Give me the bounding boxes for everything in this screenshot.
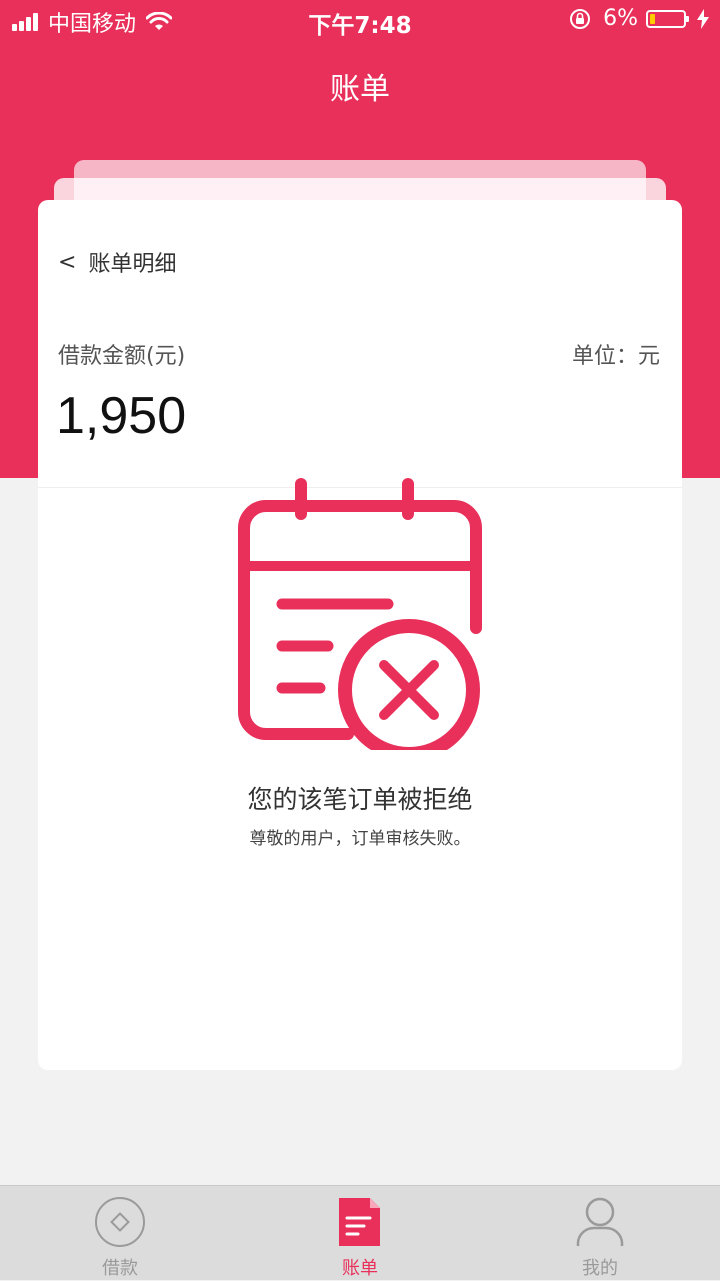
tab-mine[interactable]: 我的 — [480, 1186, 720, 1281]
tab-loan-label: 借款 — [102, 1258, 138, 1279]
bill-card: < 账单明细 借款金额(元) 单位：元 1,950 您的该笔订单被拒绝 尊敬的用… — [38, 200, 682, 1070]
document-icon — [339, 1198, 380, 1246]
tab-mine-label: 我的 — [582, 1258, 618, 1279]
unit-label: 单位：元 — [571, 344, 660, 369]
diamond-circle-icon — [95, 1197, 145, 1247]
tab-loan[interactable]: 借款 — [0, 1186, 240, 1281]
bill-detail-label: 账单明细 — [88, 252, 177, 277]
chevron-left-icon: < — [58, 249, 77, 275]
tab-bill-label: 账单 — [342, 1258, 378, 1279]
charging-bolt-icon — [697, 8, 709, 29]
battery-level-fill — [650, 13, 655, 24]
calendar-reject-icon — [238, 478, 482, 750]
page-title: 账单 — [330, 72, 390, 107]
reject-description: 尊敬的用户，订单审核失败。 — [249, 829, 471, 849]
battery-icon — [646, 9, 689, 28]
bottom-tab-bar: 借款 账单 我的 — [0, 1185, 720, 1280]
loan-amount-value: 1,950 — [56, 387, 187, 445]
tab-bill[interactable]: 账单 — [240, 1186, 480, 1281]
reject-title: 您的该笔订单被拒绝 — [247, 785, 473, 814]
rotation-lock-icon — [570, 8, 591, 29]
bill-detail-back-button[interactable]: < 账单明细 — [58, 246, 176, 278]
person-icon — [576, 1197, 624, 1246]
loan-amount-label: 借款金额(元) — [58, 344, 186, 369]
status-right: 6% — [569, 6, 710, 31]
battery-percent: 6% — [603, 6, 638, 31]
status-bar: 中国移动 下午7:48 6% — [0, 0, 720, 40]
